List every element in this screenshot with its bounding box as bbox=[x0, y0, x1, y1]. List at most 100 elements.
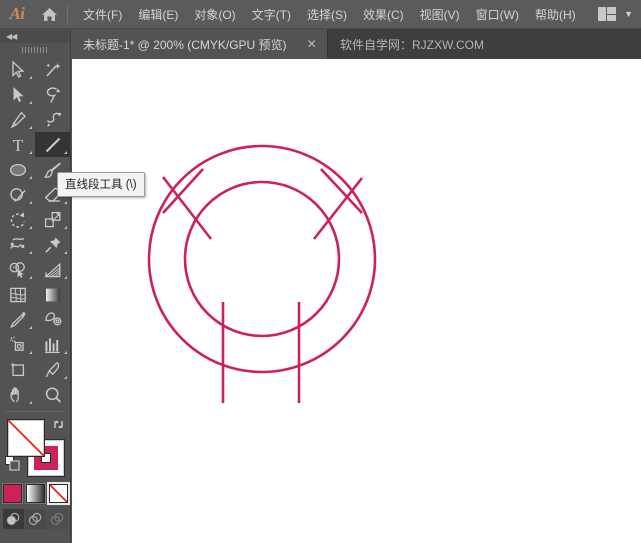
watermark-note: 软件自学网：RJZXW.COM bbox=[340, 37, 484, 52]
draw-inside-mode[interactable] bbox=[46, 509, 68, 529]
tool-group-indicator-icon bbox=[29, 101, 32, 104]
tool-grid: T bbox=[0, 57, 70, 407]
svg-text:T: T bbox=[12, 136, 23, 155]
artboard-tool[interactable] bbox=[0, 357, 35, 382]
menu-item-type[interactable]: 文字(T) bbox=[244, 1, 299, 28]
hand-tool[interactable] bbox=[0, 382, 35, 407]
tool-group-indicator-icon bbox=[64, 226, 67, 229]
magnifier-icon bbox=[43, 385, 63, 405]
free-transform-tool[interactable] bbox=[35, 232, 70, 257]
close-icon[interactable]: ✕ bbox=[297, 37, 327, 51]
double-left-arrow-icon: ◀◀ bbox=[6, 31, 17, 41]
shape-builder-icon bbox=[8, 260, 28, 280]
app-logo-icon: Ai bbox=[9, 4, 25, 23]
shaper-icon bbox=[8, 185, 28, 205]
swap-fill-stroke-icon[interactable] bbox=[52, 418, 65, 434]
menu-item-help[interactable]: 帮助(H) bbox=[527, 1, 584, 28]
blend-icon bbox=[43, 310, 63, 330]
tooltip-line-segment-tool: 直线段工具 (\) bbox=[57, 172, 145, 197]
mesh-tool[interactable] bbox=[0, 282, 35, 307]
chevron-down-icon[interactable]: ▼ bbox=[624, 9, 633, 19]
home-icon[interactable] bbox=[34, 0, 64, 29]
pen-tool[interactable] bbox=[0, 107, 35, 132]
tool-group-indicator-icon bbox=[29, 151, 32, 154]
tool-group-indicator-icon bbox=[29, 176, 32, 179]
shaper-tool[interactable] bbox=[0, 182, 35, 207]
none-swatch[interactable] bbox=[46, 482, 70, 505]
drawing-modes bbox=[0, 509, 70, 529]
ellipse-tool[interactable] bbox=[0, 157, 35, 182]
type-tool[interactable]: T bbox=[0, 132, 35, 157]
type-T-icon: T bbox=[8, 135, 28, 155]
perspective-grid-icon bbox=[43, 260, 63, 280]
rotate-icon bbox=[8, 210, 28, 230]
fill-swatch[interactable] bbox=[7, 419, 45, 457]
bar-chart-icon bbox=[43, 335, 63, 355]
illustrator-window: Ai 文件(F) 编辑(E) 对象(O) 文字(T) 选择(S) 效果(C) 视图(V) 窗口… bbox=[0, 0, 641, 543]
perspective-grid-tool[interactable] bbox=[35, 257, 70, 282]
menu-item-file[interactable]: 文件(F) bbox=[75, 1, 130, 28]
panel-collapse-button[interactable]: ◀◀ bbox=[0, 29, 70, 43]
menu-item-list: 文件(F) 编辑(E) 对象(O) 文字(T) 选择(S) 效果(C) 视图(V) 窗口(W)… bbox=[75, 1, 584, 28]
tool-group-indicator-icon bbox=[64, 251, 67, 254]
tab-untitled-1[interactable]: 未标题-1* @ 200% (CMYK/GPU 预览) ✕ bbox=[70, 29, 328, 59]
tool-group-indicator-icon bbox=[64, 276, 67, 279]
line-upper-left-b[interactable] bbox=[162, 168, 204, 214]
line-upper-right-b[interactable] bbox=[320, 168, 363, 214]
scale-icon bbox=[43, 210, 63, 230]
color-mode-swatches bbox=[0, 482, 70, 505]
menu-item-effect[interactable]: 效果(C) bbox=[355, 1, 412, 28]
toolbar-divider bbox=[6, 411, 64, 412]
pushpin-icon bbox=[43, 235, 63, 255]
menu-item-select[interactable]: 选择(S) bbox=[299, 1, 355, 28]
tool-group-indicator-icon bbox=[29, 226, 32, 229]
curvature-tool[interactable] bbox=[35, 107, 70, 132]
arrow-outline-icon bbox=[8, 60, 28, 80]
menu-item-object[interactable]: 对象(O) bbox=[186, 1, 243, 28]
tool-group-indicator-icon bbox=[29, 326, 32, 329]
blend-tool[interactable] bbox=[35, 307, 70, 332]
menu-item-window[interactable]: 窗口(W) bbox=[468, 1, 527, 28]
inner-circle[interactable] bbox=[183, 180, 341, 338]
magic-wand-tool[interactable] bbox=[35, 57, 70, 82]
menu-item-edit[interactable]: 编辑(E) bbox=[130, 1, 186, 28]
menu-right-group: ▼ bbox=[598, 7, 641, 21]
column-graph-tool[interactable] bbox=[35, 332, 70, 357]
menu-divider bbox=[67, 5, 68, 23]
menu-item-view[interactable]: 视图(V) bbox=[412, 1, 468, 28]
panel-drag-handle[interactable] bbox=[0, 43, 70, 57]
gradient-tool[interactable] bbox=[35, 282, 70, 307]
magic-wand-icon bbox=[43, 60, 63, 80]
width-tool[interactable] bbox=[0, 232, 35, 257]
lasso-tool[interactable] bbox=[35, 82, 70, 107]
lasso-icon bbox=[43, 85, 63, 105]
line-diagonal-icon bbox=[43, 135, 63, 155]
tool-group-indicator-icon bbox=[29, 126, 32, 129]
color-swatch[interactable] bbox=[1, 483, 23, 504]
slice-tool[interactable] bbox=[35, 357, 70, 382]
line-segment-tool[interactable] bbox=[35, 132, 70, 157]
gradient-icon bbox=[43, 285, 63, 305]
draw-normal-mode[interactable] bbox=[2, 509, 24, 529]
outer-circle[interactable] bbox=[147, 144, 377, 374]
gradient-swatch[interactable] bbox=[24, 483, 46, 504]
artboard-icon bbox=[8, 360, 28, 380]
rotate-tool[interactable] bbox=[0, 207, 35, 232]
tool-group-indicator-icon bbox=[64, 351, 67, 354]
scale-tool[interactable] bbox=[35, 207, 70, 232]
menu-bar: Ai 文件(F) 编辑(E) 对象(O) 文字(T) 选择(S) 效果(C) 视图(V) 窗口… bbox=[0, 0, 641, 29]
direct-selection-tool[interactable] bbox=[0, 82, 35, 107]
artboard-canvas[interactable] bbox=[72, 59, 641, 543]
selection-tool[interactable] bbox=[0, 57, 35, 82]
symbol-sprayer-tool[interactable] bbox=[0, 332, 35, 357]
symbol-sprayer-icon bbox=[8, 335, 28, 355]
eyedropper-tool[interactable] bbox=[0, 307, 35, 332]
shape-builder-tool[interactable] bbox=[0, 257, 35, 282]
mesh-icon bbox=[8, 285, 28, 305]
zoom-tool[interactable] bbox=[35, 382, 70, 407]
tab-label: 未标题-1* @ 200% (CMYK/GPU 预览) bbox=[83, 37, 287, 52]
draw-behind-mode[interactable] bbox=[24, 509, 46, 529]
tool-group-indicator-icon bbox=[29, 76, 32, 79]
default-fill-stroke-icon[interactable] bbox=[5, 456, 20, 471]
arrange-documents-icon[interactable] bbox=[598, 7, 617, 21]
